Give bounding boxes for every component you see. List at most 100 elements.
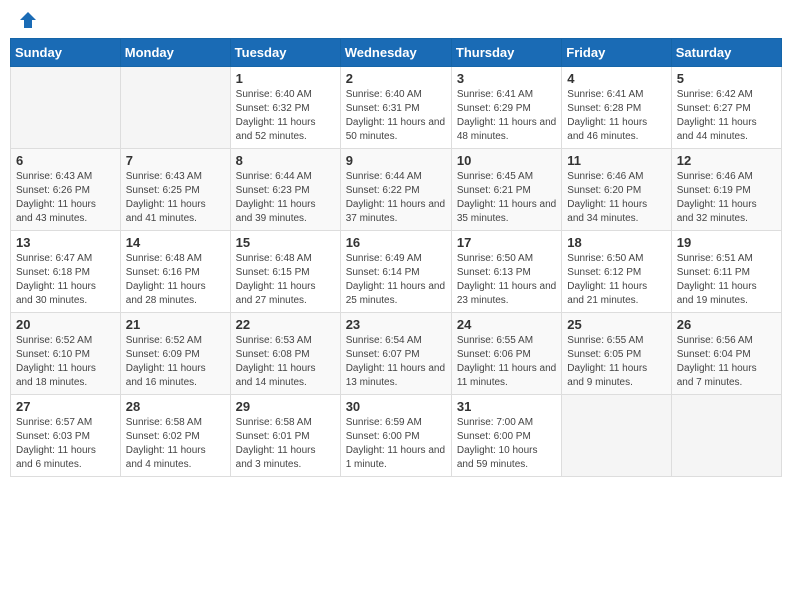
day-number: 17 xyxy=(457,235,556,250)
day-info: Sunrise: 6:50 AM Sunset: 6:13 PM Dayligh… xyxy=(457,252,556,308)
calendar-cell: 11Sunrise: 6:46 AM Sunset: 6:20 PM Dayli… xyxy=(562,149,671,231)
day-info: Sunrise: 6:49 AM Sunset: 6:14 PM Dayligh… xyxy=(346,252,446,308)
day-info: Sunrise: 6:55 AM Sunset: 6:05 PM Dayligh… xyxy=(567,334,665,390)
day-number: 12 xyxy=(677,153,776,168)
day-number: 27 xyxy=(16,399,115,414)
day-number: 30 xyxy=(346,399,446,414)
calendar-cell: 31 Sunrise: 7:00 AM Sunset: 6:00 PM Dayli… xyxy=(451,395,561,477)
day-info: Sunrise: 6:50 AM Sunset: 6:12 PM Dayligh… xyxy=(567,252,665,308)
weekday-header: Tuesday xyxy=(230,39,340,67)
calendar-cell: 8 Sunrise: 6:44 AM Sunset: 6:23 PM Daylig… xyxy=(230,149,340,231)
day-number: 7 xyxy=(126,153,225,168)
calendar-cell: 18 Sunrise: 6:50 AM Sunset: 6:12 PM Dayli… xyxy=(562,231,671,313)
day-number: 14 xyxy=(126,235,225,250)
calendar-cell: 23Sunrise: 6:54 AM Sunset: 6:07 PM Dayli… xyxy=(340,313,451,395)
day-info: Sunrise: 6:40 AM Sunset: 6:31 PM Dayligh… xyxy=(346,88,446,144)
day-info: Sunrise: 6:40 AM Sunset: 6:32 PM Dayligh… xyxy=(236,88,335,144)
day-number: 28 xyxy=(126,399,225,414)
weekday-header: Saturday xyxy=(671,39,781,67)
day-info: Sunrise: 6:48 AM Sunset: 6:15 PM Dayligh… xyxy=(236,252,335,308)
day-number: 23 xyxy=(346,317,446,332)
day-info: Sunrise: 6:46 AM Sunset: 6:19 PM Dayligh… xyxy=(677,170,776,226)
calendar-cell: 28 Sunrise: 6:58 AM Sunset: 6:02 PM Dayli… xyxy=(120,395,230,477)
day-info: Sunrise: 6:59 AM Sunset: 6:00 PM Dayligh… xyxy=(346,416,446,472)
day-number: 13 xyxy=(16,235,115,250)
logo-icon xyxy=(18,10,38,30)
day-info: Sunrise: 6:45 AM Sunset: 6:21 PM Dayligh… xyxy=(457,170,556,226)
day-number: 4 xyxy=(567,71,665,86)
day-info: Sunrise: 6:57 AM Sunset: 6:03 PM Dayligh… xyxy=(16,416,115,472)
day-number: 11 xyxy=(567,153,665,168)
calendar-cell: 2 Sunrise: 6:40 AM Sunset: 6:31 PM Daylig… xyxy=(340,67,451,149)
weekday-header-row: SundayMondayTuesdayWednesdayThursdayFrid… xyxy=(11,39,782,67)
calendar-cell: 29 Sunrise: 6:58 AM Sunset: 6:01 PM Dayli… xyxy=(230,395,340,477)
calendar-week-row: 13 Sunrise: 6:47 AM Sunset: 6:18 PM Dayli… xyxy=(11,231,782,313)
calendar-week-row: 20 Sunrise: 6:52 AM Sunset: 6:10 PM Dayli… xyxy=(11,313,782,395)
calendar-week-row: 1 Sunrise: 6:40 AM Sunset: 6:32 PM Daylig… xyxy=(11,67,782,149)
calendar-cell: 13 Sunrise: 6:47 AM Sunset: 6:18 PM Dayli… xyxy=(11,231,121,313)
calendar-cell xyxy=(120,67,230,149)
logo xyxy=(14,10,38,30)
day-info: Sunrise: 6:44 AM Sunset: 6:22 PM Dayligh… xyxy=(346,170,446,226)
day-info: Sunrise: 6:53 AM Sunset: 6:08 PM Dayligh… xyxy=(236,334,335,390)
day-number: 21 xyxy=(126,317,225,332)
weekday-header: Friday xyxy=(562,39,671,67)
weekday-header: Wednesday xyxy=(340,39,451,67)
calendar-cell xyxy=(11,67,121,149)
day-info: Sunrise: 6:56 AM Sunset: 6:04 PM Dayligh… xyxy=(677,334,776,390)
day-number: 31 xyxy=(457,399,556,414)
calendar-cell: 27 Sunrise: 6:57 AM Sunset: 6:03 PM Dayli… xyxy=(11,395,121,477)
calendar-cell: 24Sunrise: 6:55 AM Sunset: 6:06 PM Dayli… xyxy=(451,313,561,395)
calendar-cell: 1 Sunrise: 6:40 AM Sunset: 6:32 PM Daylig… xyxy=(230,67,340,149)
day-info: Sunrise: 6:58 AM Sunset: 6:01 PM Dayligh… xyxy=(236,416,335,472)
day-info: Sunrise: 6:42 AM Sunset: 6:27 PM Dayligh… xyxy=(677,88,776,144)
day-info: Sunrise: 6:55 AM Sunset: 6:06 PM Dayligh… xyxy=(457,334,556,390)
calendar-cell: 22 Sunrise: 6:53 AM Sunset: 6:08 PM Dayli… xyxy=(230,313,340,395)
day-info: Sunrise: 6:48 AM Sunset: 6:16 PM Dayligh… xyxy=(126,252,225,308)
day-number: 5 xyxy=(677,71,776,86)
day-info: Sunrise: 6:52 AM Sunset: 6:10 PM Dayligh… xyxy=(16,334,115,390)
day-info: Sunrise: 6:58 AM Sunset: 6:02 PM Dayligh… xyxy=(126,416,225,472)
calendar-cell: 6 Sunrise: 6:43 AM Sunset: 6:26 PM Daylig… xyxy=(11,149,121,231)
day-info: Sunrise: 6:41 AM Sunset: 6:29 PM Dayligh… xyxy=(457,88,556,144)
day-number: 2 xyxy=(346,71,446,86)
page-header xyxy=(10,10,782,30)
calendar-cell: 4 Sunrise: 6:41 AM Sunset: 6:28 PM Daylig… xyxy=(562,67,671,149)
day-info: Sunrise: 6:52 AM Sunset: 6:09 PM Dayligh… xyxy=(126,334,225,390)
calendar-cell: 9Sunrise: 6:44 AM Sunset: 6:22 PM Daylig… xyxy=(340,149,451,231)
calendar-cell: 21 Sunrise: 6:52 AM Sunset: 6:09 PM Dayli… xyxy=(120,313,230,395)
day-info: Sunrise: 6:44 AM Sunset: 6:23 PM Dayligh… xyxy=(236,170,335,226)
calendar-cell: 20 Sunrise: 6:52 AM Sunset: 6:10 PM Dayli… xyxy=(11,313,121,395)
day-number: 6 xyxy=(16,153,115,168)
day-number: 20 xyxy=(16,317,115,332)
day-info: Sunrise: 6:43 AM Sunset: 6:25 PM Dayligh… xyxy=(126,170,225,226)
day-number: 22 xyxy=(236,317,335,332)
day-info: Sunrise: 6:47 AM Sunset: 6:18 PM Dayligh… xyxy=(16,252,115,308)
calendar-cell: 7 Sunrise: 6:43 AM Sunset: 6:25 PM Daylig… xyxy=(120,149,230,231)
calendar-cell: 30 Sunrise: 6:59 AM Sunset: 6:00 PM Dayli… xyxy=(340,395,451,477)
day-number: 26 xyxy=(677,317,776,332)
day-number: 10 xyxy=(457,153,556,168)
weekday-header: Sunday xyxy=(11,39,121,67)
day-info: Sunrise: 7:00 AM Sunset: 6:00 PM Dayligh… xyxy=(457,416,556,472)
day-number: 8 xyxy=(236,153,335,168)
day-number: 16 xyxy=(346,235,446,250)
day-info: Sunrise: 6:43 AM Sunset: 6:26 PM Dayligh… xyxy=(16,170,115,226)
calendar-cell: 17 Sunrise: 6:50 AM Sunset: 6:13 PM Dayli… xyxy=(451,231,561,313)
calendar-cell: 3 Sunrise: 6:41 AM Sunset: 6:29 PM Daylig… xyxy=(451,67,561,149)
calendar-cell: 14 Sunrise: 6:48 AM Sunset: 6:16 PM Dayli… xyxy=(120,231,230,313)
calendar-week-row: 27 Sunrise: 6:57 AM Sunset: 6:03 PM Dayli… xyxy=(11,395,782,477)
calendar-cell: 25Sunrise: 6:55 AM Sunset: 6:05 PM Dayli… xyxy=(562,313,671,395)
day-info: Sunrise: 6:51 AM Sunset: 6:11 PM Dayligh… xyxy=(677,252,776,308)
day-info: Sunrise: 6:41 AM Sunset: 6:28 PM Dayligh… xyxy=(567,88,665,144)
calendar-cell: 15Sunrise: 6:48 AM Sunset: 6:15 PM Dayli… xyxy=(230,231,340,313)
calendar-cell: 19Sunrise: 6:51 AM Sunset: 6:11 PM Dayli… xyxy=(671,231,781,313)
day-number: 29 xyxy=(236,399,335,414)
calendar-cell: 5 Sunrise: 6:42 AM Sunset: 6:27 PM Daylig… xyxy=(671,67,781,149)
calendar-cell: 26 Sunrise: 6:56 AM Sunset: 6:04 PM Dayli… xyxy=(671,313,781,395)
day-number: 1 xyxy=(236,71,335,86)
day-number: 18 xyxy=(567,235,665,250)
calendar-table: SundayMondayTuesdayWednesdayThursdayFrid… xyxy=(10,38,782,477)
day-number: 3 xyxy=(457,71,556,86)
weekday-header: Thursday xyxy=(451,39,561,67)
